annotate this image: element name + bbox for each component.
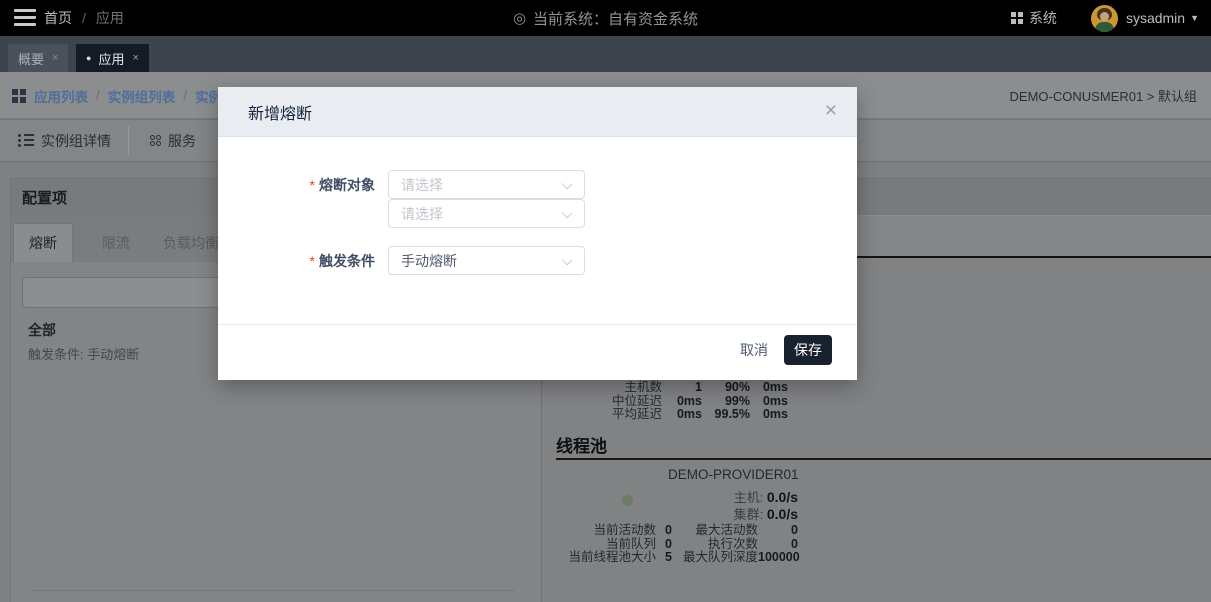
cluster-rate-value: 0.0/s — [767, 506, 798, 522]
required-mark: * — [310, 177, 315, 193]
field-label-text: 触发条件 — [319, 251, 375, 271]
stat-label: 当前线程池大小 — [556, 551, 656, 565]
config-section-title: 配置项 — [22, 179, 67, 216]
tab-instance-group-detail-label: 实例组详情 — [41, 131, 111, 151]
threadpool-underline — [556, 458, 1211, 460]
field-label-circuit-target: * 熔断对象 — [258, 170, 375, 199]
field-label-trigger-condition: * 触发条件 — [258, 246, 375, 275]
stat-value: 0 — [656, 524, 672, 538]
stat-label: 执行次数 — [672, 538, 758, 552]
list-item-title[interactable]: 全部 — [28, 320, 56, 340]
close-icon[interactable]: × — [825, 99, 837, 123]
close-icon[interactable]: × — [132, 52, 138, 64]
page-breadcrumb: 应用列表 / 实例组列表 / 实例 — [34, 72, 222, 119]
stat-value: 0ms — [662, 408, 702, 422]
list-icon — [18, 134, 34, 147]
stat-label: 最大活动数 — [672, 524, 758, 538]
stat-value: 99% — [702, 395, 750, 409]
chevron-down-icon[interactable]: ▼ — [1190, 13, 1199, 23]
username[interactable]: sysadmin — [1126, 10, 1185, 26]
stat-value: 0 — [758, 524, 798, 538]
chevron-down-icon — [562, 208, 573, 219]
close-icon[interactable]: × — [52, 52, 58, 64]
select-placeholder: 请选择 — [401, 175, 443, 195]
stat-value: 0ms — [750, 408, 788, 422]
services-icon — [150, 135, 161, 146]
system-menu[interactable]: 系统 — [1029, 8, 1057, 28]
stat-label: 主机数 — [556, 381, 662, 395]
modal-title: 新增熔断 — [248, 87, 312, 137]
tab-application[interactable]: ● 应用 × — [76, 44, 149, 72]
stat-value: 100000 — [758, 551, 798, 565]
stat-value: 99.5% — [702, 408, 750, 422]
top-header: 首页 / 应用 ◎ 当前系统：自有资金系统 系统 sysadmin ▼ — [0, 0, 1211, 36]
chevron-down-icon — [562, 179, 573, 190]
breadcrumb-instance-group-list[interactable]: 实例组列表 — [108, 86, 176, 106]
select-value: 手动熔断 — [401, 251, 457, 271]
save-button[interactable]: 保存 — [784, 335, 832, 365]
host-rate-label: 主机: — [734, 490, 764, 505]
tag-tab-strip: 概要 × ● 应用 × — [0, 36, 1211, 72]
divider — [30, 590, 515, 591]
stat-value: 5 — [656, 551, 672, 565]
divider — [128, 126, 129, 156]
tab-rate-limit[interactable]: 限流 — [86, 223, 146, 262]
chevron-down-icon — [562, 255, 573, 266]
select-placeholder: 请选择 — [401, 204, 443, 224]
tab-application-label: 应用 — [98, 49, 124, 68]
tab-overview[interactable]: 概要 × — [8, 44, 68, 72]
stat-value: 1 — [662, 381, 702, 395]
status-dot — [622, 495, 633, 506]
eye-icon: ◎ — [513, 9, 526, 27]
stat-value: 0ms — [750, 395, 788, 409]
header-right: 系统 sysadmin ▼ — [1011, 0, 1199, 36]
context-label: DEMO-CONUSMER01 > 默认组 — [1010, 72, 1197, 119]
modal-header: 新增熔断 × — [218, 87, 857, 137]
tab-services[interactable]: 服务 — [150, 120, 196, 161]
apps-grid-icon — [12, 89, 26, 103]
circuit-target-select-1[interactable]: 请选择 — [388, 170, 585, 199]
current-system-label: 当前系统：自有资金系统 — [533, 8, 698, 29]
cluster-rate-label: 集群: — [734, 507, 764, 522]
cancel-button[interactable]: 取消 — [735, 335, 773, 365]
list-item-subtitle: 触发条件: 手动熔断 — [28, 344, 139, 363]
stat-label: 平均延迟 — [556, 408, 662, 422]
host-rate-value: 0.0/s — [767, 489, 798, 505]
tab-instance-group-detail[interactable]: 实例组详情 — [18, 120, 111, 161]
circuit-stats-table: 主机数 1 90% 0ms 中位延迟 0ms 99% 0ms 平均延迟 0ms … — [556, 381, 788, 422]
tab-circuit-break[interactable]: 熔断 — [13, 223, 73, 262]
field-label-text: 熔断对象 — [319, 175, 375, 195]
breadcrumb-separator: / — [96, 88, 100, 103]
tab-overview-label: 概要 — [18, 49, 44, 68]
cluster-rate: 集群: 0.0/s — [734, 504, 798, 523]
threadpool-title: 线程池 — [556, 432, 607, 457]
threadpool-stats-table: 当前活动数 0 最大活动数 0 当前队列 0 执行次数 0 当前线程池大小 5 … — [556, 524, 798, 565]
stat-label: 当前活动数 — [556, 524, 656, 538]
stat-value: 0 — [656, 538, 672, 552]
stat-label: 中位延迟 — [556, 395, 662, 409]
stat-value: 0ms — [750, 381, 788, 395]
breadcrumb-app-list[interactable]: 应用列表 — [34, 86, 88, 106]
stat-value: 90% — [702, 381, 750, 395]
required-mark: * — [310, 253, 315, 269]
trigger-condition-select[interactable]: 手动熔断 — [388, 246, 585, 275]
stat-label: 当前队列 — [556, 538, 656, 552]
add-circuit-break-modal: 新增熔断 × * 熔断对象 请选择 请选择 * 触发条件 手动熔断 取消 保存 — [218, 87, 857, 380]
breadcrumb-separator: / — [183, 88, 187, 103]
avatar[interactable] — [1091, 5, 1118, 32]
modal-footer: 取消 保存 — [218, 324, 857, 380]
threadpool-provider: DEMO-PROVIDER01 — [668, 467, 799, 482]
stat-value: 0ms — [662, 395, 702, 409]
active-dot-icon: ● — [86, 53, 91, 63]
system-grid-icon — [1011, 12, 1023, 24]
circuit-target-select-2[interactable]: 请选择 — [388, 199, 585, 228]
app-page: 首页 / 应用 ◎ 当前系统：自有资金系统 系统 sysadmin ▼ 概要 ×… — [0, 0, 1211, 602]
tab-services-label: 服务 — [168, 131, 196, 151]
stat-value: 0 — [758, 538, 798, 552]
stat-label: 最大队列深度 — [672, 551, 758, 565]
